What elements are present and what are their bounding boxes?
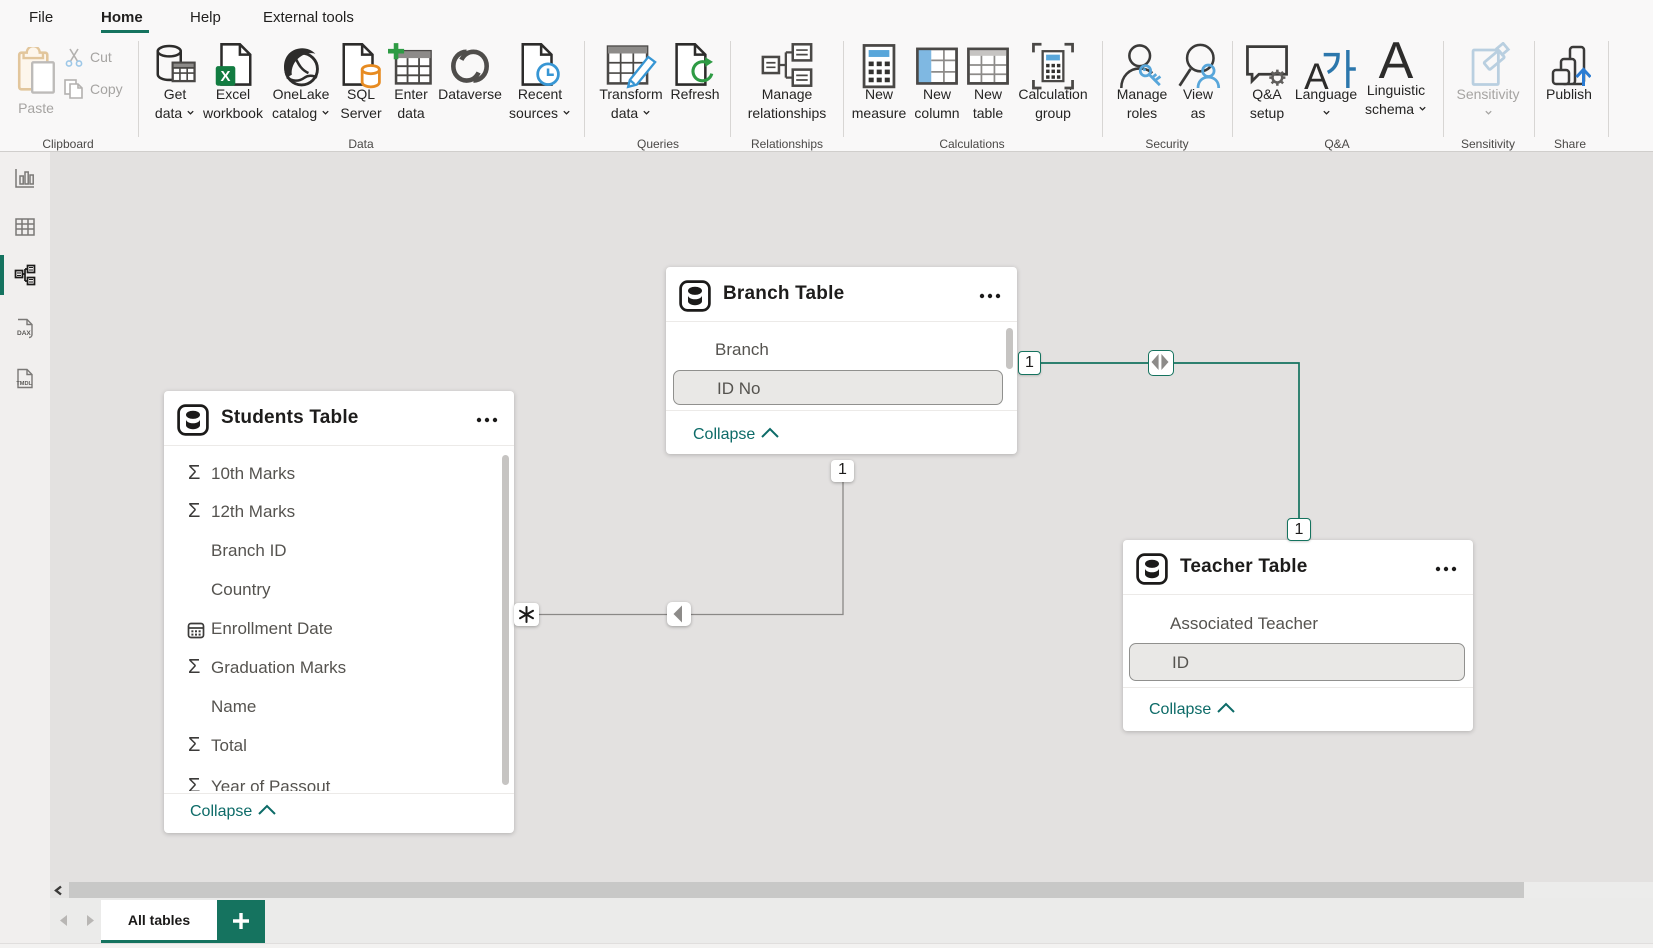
svg-text:DAX: DAX	[17, 330, 31, 337]
svg-text:TMDL: TMDL	[16, 381, 32, 387]
svg-text:A: A	[1304, 56, 1329, 92]
svg-text:X: X	[221, 68, 231, 85]
